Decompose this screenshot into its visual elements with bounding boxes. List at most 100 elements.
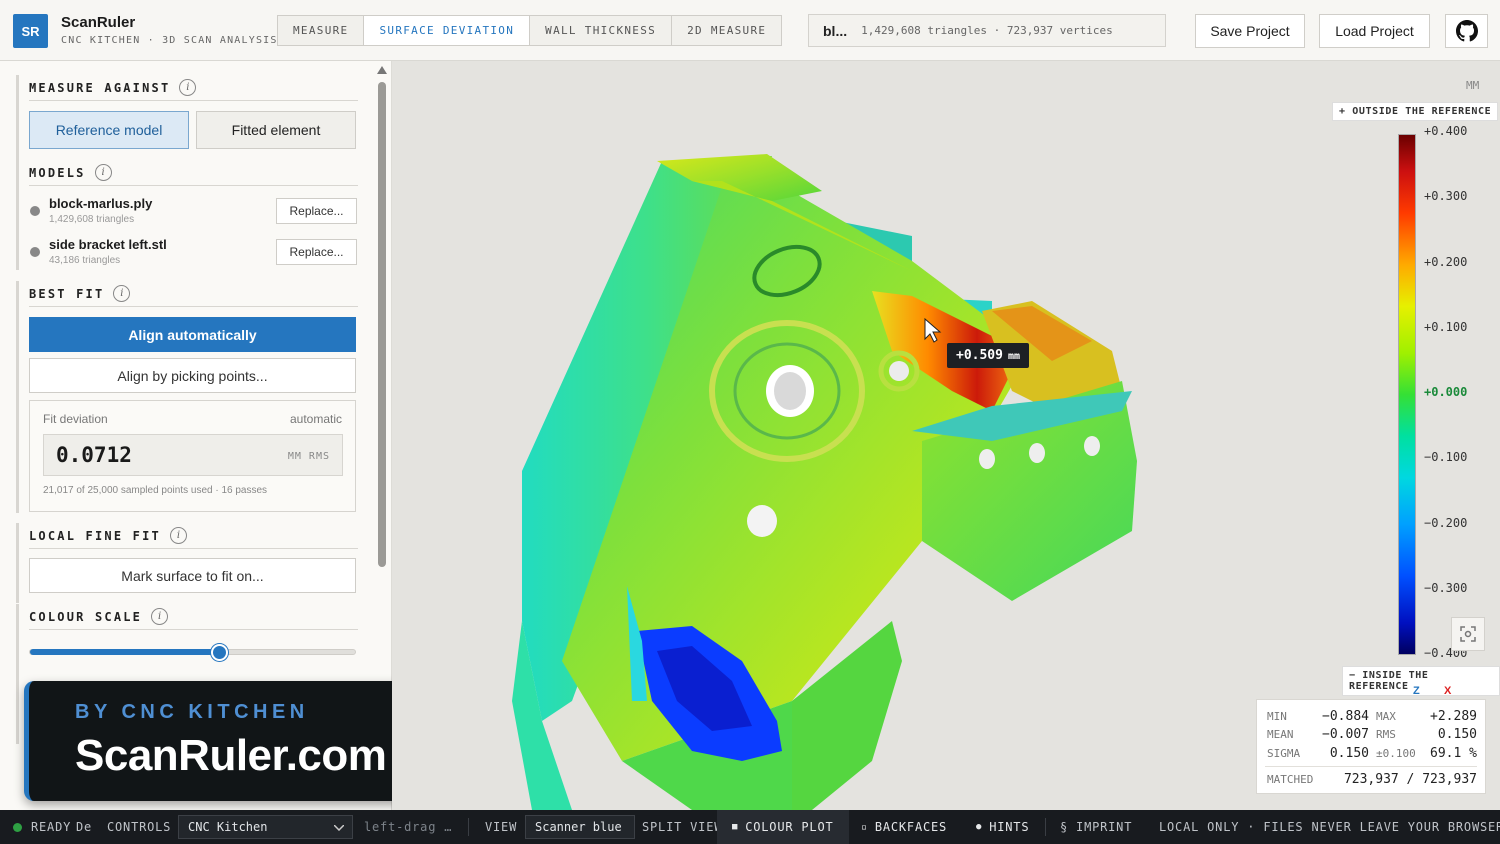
ready-indicator-icon: [13, 823, 22, 832]
fit-deviation-panel: Fit deviation automatic 0.0712 MM RMS 21…: [29, 400, 356, 512]
model-meta: 43,186 triangles: [49, 255, 121, 266]
stat-min: −0.884: [1322, 709, 1369, 724]
promo-banner: BY CNC KITCHEN ScanRuler.com: [24, 681, 428, 801]
stat-max: +2.289: [1430, 709, 1477, 724]
controls-hint: left-drag …: [364, 820, 453, 834]
stat-matched: 723,937 / 723,937: [1343, 772, 1477, 787]
file-stats: 1,429,608 triangles · 723,937 vertices: [861, 24, 1113, 37]
info-icon[interactable]: i: [179, 79, 197, 96]
info-icon[interactable]: i: [151, 608, 169, 625]
github-button[interactable]: [1445, 14, 1488, 48]
controls-select[interactable]: CNC Kitchen: [178, 815, 353, 839]
stat-rms: 0.150: [1437, 727, 1477, 742]
replace-button[interactable]: Replace...: [276, 198, 357, 224]
3d-viewport[interactable]: MM + OUTSIDE THE REFERENCE +0.400 +0.300…: [392, 61, 1500, 810]
stats-divider: [1265, 766, 1477, 767]
stat-label: SIGMA: [1267, 747, 1301, 760]
reference-model-button[interactable]: Reference model: [29, 111, 189, 149]
info-icon[interactable]: i: [169, 527, 187, 544]
colour-plot-toggle[interactable]: ■ COLOUR PLOT: [717, 810, 849, 844]
promo-kicker: BY CNC KITCHEN: [75, 701, 309, 723]
square-icon: ■: [732, 822, 739, 832]
align-automatically-button[interactable]: Align automatically: [29, 317, 356, 352]
backfaces-toggle[interactable]: ▫ BACKFACES: [846, 810, 962, 844]
tick-label: +0.100: [1424, 319, 1468, 334]
mode-tabs: MEASURE SURFACE DEVIATION WALL THICKNESS…: [277, 15, 783, 46]
section-title: MEASURE AGAINST i: [29, 75, 358, 101]
fit-value-box: 0.0712 MM RMS: [43, 434, 343, 476]
stat-label: MAX: [1376, 710, 1396, 723]
deviation-model-render[interactable]: [392, 61, 1500, 810]
section-title: LOCAL FINE FIT i: [29, 523, 358, 549]
stat-label: RMS: [1376, 728, 1396, 741]
fit-mode: automatic: [289, 412, 342, 426]
status-extra: De: [76, 820, 93, 834]
status-ready: READY: [31, 820, 72, 834]
stat-sigma: 0.150: [1329, 746, 1369, 761]
hints-toggle[interactable]: ● HINTS: [961, 810, 1044, 844]
align-by-points-button[interactable]: Align by picking points...: [29, 358, 356, 393]
tick-label: −0.200: [1424, 515, 1468, 530]
deviation-colour-bar: [1398, 134, 1416, 655]
fit-deviation-label: Fit deviation: [43, 412, 108, 426]
info-icon[interactable]: i: [113, 285, 131, 302]
model-item: side bracket left.stl 43,186 triangles R…: [29, 236, 359, 276]
tab-2d-measure[interactable]: 2D MEASURE: [672, 16, 781, 45]
app-title: ScanRuler: [61, 14, 136, 31]
scroll-thumb[interactable]: [378, 82, 386, 567]
axis-z-label: Z: [1413, 685, 1420, 697]
tick-label: +0.200: [1424, 254, 1468, 269]
model-item: block-marlus.ply 1,429,608 triangles Rep…: [29, 195, 359, 235]
divider: [468, 818, 469, 836]
unit-label: MM: [1466, 79, 1480, 92]
file-name: bl...: [823, 22, 848, 39]
promo-url: ScanRuler.com: [75, 731, 387, 780]
app-subtitle: CNC KITCHEN · 3D SCAN ANALYSIS: [61, 35, 278, 46]
view-label: VIEW: [485, 820, 518, 834]
info-icon[interactable]: i: [94, 164, 112, 181]
controls-label: CONTROLS: [107, 820, 172, 834]
colour-scale-slider[interactable]: [29, 644, 356, 661]
tab-measure[interactable]: MEASURE: [278, 16, 365, 45]
stat-label: ±0.100: [1376, 747, 1416, 760]
app-logo: SR: [13, 14, 48, 48]
model-status-dot: [30, 206, 40, 216]
replace-button[interactable]: Replace...: [276, 239, 357, 265]
file-info: bl... 1,429,608 triangles · 723,937 vert…: [808, 14, 1166, 47]
tab-wall-thickness[interactable]: WALL THICKNESS: [530, 16, 673, 45]
dot-icon: ●: [976, 822, 983, 832]
fitted-element-button[interactable]: Fitted element: [196, 111, 356, 149]
status-bar: READY De CONTROLS CNC Kitchen left-drag …: [0, 810, 1500, 844]
mark-surface-button[interactable]: Mark surface to fit on...: [29, 558, 356, 593]
recenter-view-button[interactable]: [1451, 617, 1485, 651]
model-name: block-marlus.ply: [49, 196, 153, 211]
deviation-stats-panel: MIN −0.884 MAX +2.289 MEAN −0.007 RMS 0.…: [1256, 699, 1486, 794]
stat-label: MATCHED: [1267, 773, 1314, 786]
focus-frame-icon: [1460, 626, 1476, 642]
divider: [1045, 818, 1046, 836]
backfaces-icon: ▫: [861, 821, 868, 833]
axis-x-label: X: [1444, 685, 1452, 697]
inside-reference-label: − INSIDE THE REFERENCE: [1342, 666, 1500, 696]
tab-surface-deviation[interactable]: SURFACE DEVIATION: [364, 16, 531, 45]
slider-thumb[interactable]: [210, 644, 228, 661]
tick-label: −0.100: [1424, 450, 1468, 465]
section-title: BEST FIT i: [29, 281, 358, 307]
slider-fill: [30, 649, 219, 655]
privacy-note: LOCAL ONLY · FILES NEVER LEAVE YOUR BROW…: [1159, 820, 1500, 834]
model-meta: 1,429,608 triangles: [49, 214, 135, 225]
split-view-toggle[interactable]: SPLIT VIEW: [642, 820, 722, 834]
scroll-up-icon[interactable]: [377, 66, 387, 74]
imprint-link[interactable]: § IMPRINT: [1060, 820, 1132, 834]
view-select[interactable]: Scanner blue: [525, 815, 635, 839]
load-project-button[interactable]: Load Project: [1319, 14, 1430, 48]
fit-note: 21,017 of 25,000 sampled points used · 1…: [43, 485, 268, 496]
stat-label: MEAN: [1267, 728, 1294, 741]
fit-unit: MM RMS: [287, 451, 330, 462]
deviation-tooltip: +0.509 mm: [947, 343, 1030, 368]
model-status-dot: [30, 247, 40, 257]
chevron-down-icon: [334, 825, 344, 831]
app-header: SR ScanRuler CNC KITCHEN · 3D SCAN ANALY…: [0, 0, 1500, 61]
save-project-button[interactable]: Save Project: [1195, 14, 1305, 48]
tick-label-zero: +0.000: [1424, 385, 1468, 399]
